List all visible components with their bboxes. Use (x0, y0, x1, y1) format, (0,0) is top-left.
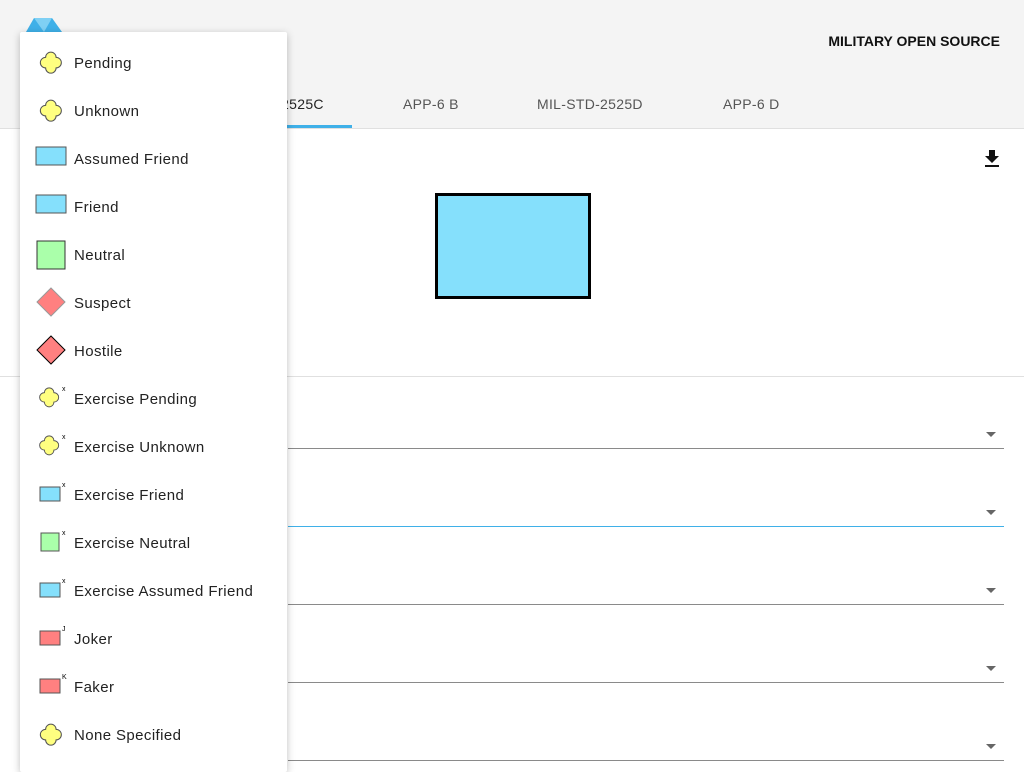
clover-icon (34, 93, 70, 129)
rectangle-icon: x (34, 573, 70, 609)
menu-item-label: Assumed Friend (74, 150, 189, 168)
menu-item-unknown[interactable]: Unknown (20, 87, 287, 135)
clover-icon: x (34, 429, 70, 465)
dropdown-arrow-icon[interactable] (986, 510, 996, 515)
menu-item-assumed-friend[interactable]: Assumed Friend (20, 135, 287, 183)
select-field-5[interactable] (288, 760, 1004, 761)
svg-text:J: J (62, 626, 66, 633)
menu-item-pending[interactable]: Pending (20, 39, 287, 87)
menu-item-exercise-assumed-friend[interactable]: x Exercise Assumed Friend (20, 567, 287, 615)
menu-item-exercise-pending[interactable]: x Exercise Pending (20, 375, 287, 423)
menu-item-label: Exercise Friend (74, 486, 185, 504)
menu-item-friend[interactable]: Friend (20, 183, 287, 231)
menu-item-label: Faker (74, 678, 115, 696)
menu-item-none-specified[interactable]: None Specified (20, 711, 287, 759)
menu-item-label: None Specified (74, 726, 182, 744)
select-field-1[interactable] (288, 448, 1004, 449)
symbol-preview (435, 193, 591, 299)
affiliation-dropdown-menu: Pending Unknown Assumed Friend Friend Neutra… (20, 32, 287, 772)
menu-item-label: Friend (74, 198, 119, 216)
menu-item-label: Exercise Neutral (74, 534, 191, 552)
download-icon[interactable] (982, 148, 1002, 168)
brand-title: MILITARY OPEN SOURCE (828, 33, 1000, 49)
menu-item-label: Exercise Assumed Friend (74, 582, 254, 600)
rectangle-icon: x (34, 477, 70, 513)
menu-item-label: Pending (74, 54, 132, 72)
dropdown-arrow-icon[interactable] (986, 432, 996, 437)
select-field-3[interactable] (288, 604, 1004, 605)
tab-mil-std-2525d[interactable]: MIL-STD-2525D (537, 96, 643, 112)
svg-text:x: x (62, 386, 66, 393)
diamond-icon (34, 333, 70, 369)
square-icon: x (34, 525, 70, 561)
clover-icon (34, 717, 70, 753)
tab-app-6d[interactable]: APP-6 D (723, 96, 780, 112)
menu-item-exercise-neutral[interactable]: x Exercise Neutral (20, 519, 287, 567)
clover-icon: x (34, 381, 70, 417)
dropdown-arrow-icon[interactable] (986, 666, 996, 671)
svg-text:x: x (62, 578, 66, 585)
svg-text:K: K (62, 674, 67, 681)
menu-item-neutral[interactable]: Neutral (20, 231, 287, 279)
menu-item-faker[interactable]: K Faker (20, 663, 287, 711)
rectangle-icon: J (34, 621, 70, 657)
dropdown-arrow-icon[interactable] (986, 744, 996, 749)
rectangle-icon (34, 141, 70, 177)
menu-item-label: Suspect (74, 294, 131, 312)
square-icon (34, 237, 70, 273)
menu-item-label: Exercise Unknown (74, 438, 205, 456)
menu-item-label: Exercise Pending (74, 390, 198, 408)
menu-item-label: Neutral (74, 246, 126, 264)
tab-app-6b[interactable]: APP-6 B (403, 96, 459, 112)
menu-item-suspect[interactable]: Suspect (20, 279, 287, 327)
select-field-affiliation[interactable] (288, 526, 1004, 527)
menu-item-exercise-friend[interactable]: x Exercise Friend (20, 471, 287, 519)
svg-text:x: x (62, 530, 66, 537)
menu-item-exercise-unknown[interactable]: x Exercise Unknown (20, 423, 287, 471)
clover-icon (34, 45, 70, 81)
menu-item-label: Hostile (74, 342, 123, 360)
svg-text:x: x (62, 434, 66, 441)
menu-item-label: Joker (74, 630, 113, 648)
menu-item-hostile[interactable]: Hostile (20, 327, 287, 375)
diamond-icon (34, 285, 70, 321)
rectangle-icon (34, 189, 70, 225)
rectangle-icon: K (34, 669, 70, 705)
menu-item-label: Unknown (74, 102, 140, 120)
dropdown-arrow-icon[interactable] (986, 588, 996, 593)
menu-item-joker[interactable]: J Joker (20, 615, 287, 663)
svg-text:x: x (62, 482, 66, 489)
select-field-4[interactable] (288, 682, 1004, 683)
